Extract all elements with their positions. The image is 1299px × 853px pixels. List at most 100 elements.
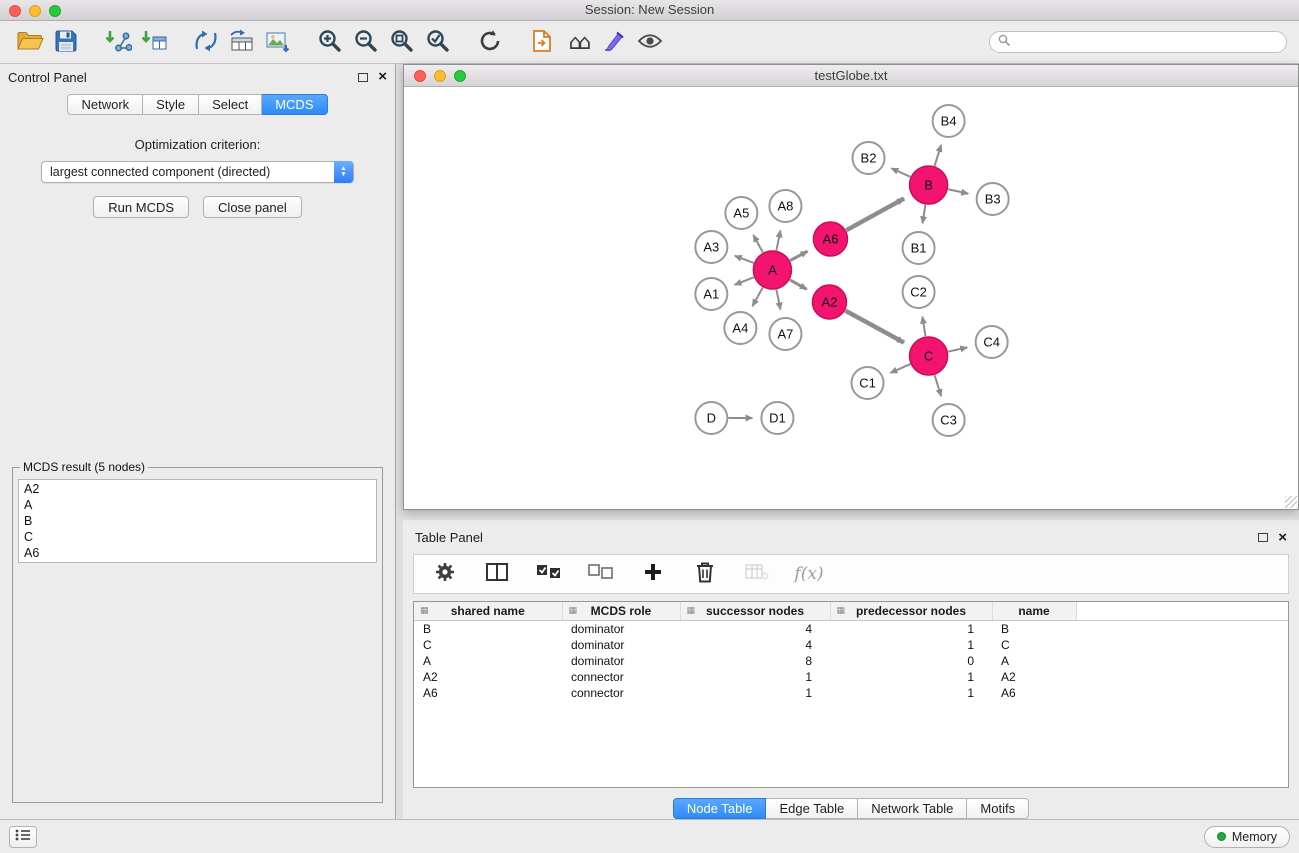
app-titlebar[interactable]: Session: New Session <box>0 0 1299 21</box>
table-settings-button[interactable] <box>430 557 460 591</box>
node-A5[interactable]: A5 <box>725 197 757 229</box>
open-session-button[interactable] <box>12 25 48 59</box>
table-cell[interactable]: 8 <box>680 653 830 669</box>
first-neighbors-button[interactable] <box>524 25 560 59</box>
table-cell[interactable]: 1 <box>680 669 830 685</box>
tab-select[interactable]: Select <box>199 94 262 115</box>
node-C3[interactable]: C3 <box>933 404 965 436</box>
column-visibility-button[interactable] <box>482 557 512 591</box>
edge-B-B4[interactable] <box>935 145 942 166</box>
edge-B-B3[interactable] <box>948 189 968 193</box>
graphics-details-button[interactable] <box>596 25 632 59</box>
table-cell[interactable]: A2 <box>414 669 562 685</box>
home-view-button[interactable]: ⌂⌂ <box>560 25 596 59</box>
node-A2[interactable]: A2 <box>812 285 846 319</box>
network-close-button[interactable] <box>414 70 426 82</box>
run-mcds-button[interactable]: Run MCDS <box>93 196 189 218</box>
save-session-button[interactable] <box>48 25 84 59</box>
search-field[interactable] <box>989 31 1287 53</box>
table-cell[interactable]: 1 <box>830 637 992 653</box>
resize-grip-icon[interactable] <box>1285 496 1297 508</box>
table-cell[interactable]: 1 <box>830 669 992 685</box>
table-cell[interactable]: A2 <box>992 669 1076 685</box>
table-cell[interactable]: A <box>992 653 1076 669</box>
float-table-panel-icon[interactable] <box>1258 533 1268 542</box>
edge-A-A5[interactable] <box>753 235 763 252</box>
zoom-in-button[interactable] <box>312 25 348 59</box>
node-A3[interactable]: A3 <box>695 231 727 263</box>
zoom-selected-button[interactable] <box>420 25 456 59</box>
table-cell[interactable]: dominator <box>562 621 680 637</box>
node-C[interactable]: C <box>910 337 948 375</box>
result-item[interactable]: B <box>24 513 371 529</box>
birdseye-view-button[interactable] <box>632 25 668 59</box>
table-row[interactable]: Bdominator41B <box>414 621 1288 637</box>
result-item[interactable]: A6 <box>24 545 371 561</box>
network-zoom-button[interactable] <box>454 70 466 82</box>
table-cell[interactable]: dominator <box>562 653 680 669</box>
table-cell[interactable]: connector <box>562 685 680 701</box>
edge-C-C3[interactable] <box>935 375 942 396</box>
node-C2[interactable]: C2 <box>903 276 935 308</box>
delete-column-button[interactable] <box>690 557 720 591</box>
edge-A6-B[interactable] <box>846 199 904 231</box>
node-C4[interactable]: C4 <box>976 326 1008 358</box>
network-canvas[interactable]: B4B2BB3A8A5A6A3B1AC2A1A2A4A7C4CC1DD1C3 <box>404 87 1298 509</box>
col-shared-name[interactable]: ▦shared name <box>414 602 562 621</box>
table-cell[interactable]: 4 <box>680 621 830 637</box>
edge-C-C1[interactable] <box>890 364 910 373</box>
edge-B-B2[interactable] <box>891 168 910 177</box>
table-cell[interactable]: C <box>992 637 1076 653</box>
deselect-all-button[interactable] <box>586 557 616 591</box>
memory-button[interactable]: Memory <box>1204 826 1290 848</box>
table-cell[interactable]: A6 <box>992 685 1076 701</box>
table-cell[interactable]: 1 <box>830 685 992 701</box>
zoom-window-button[interactable] <box>49 5 61 17</box>
close-table-panel-icon[interactable]: × <box>1278 532 1287 544</box>
edge-A-A1[interactable] <box>735 277 754 285</box>
criterion-dropdown[interactable]: largest connected component (directed) ▲… <box>41 161 354 183</box>
new-table-button[interactable] <box>224 25 260 59</box>
add-column-button[interactable] <box>638 557 668 591</box>
close-panel-button[interactable]: Close panel <box>203 196 302 218</box>
node-A7[interactable]: A7 <box>769 318 801 350</box>
edge-A-A4[interactable] <box>752 288 762 307</box>
node-B2[interactable]: B2 <box>853 142 885 174</box>
tab-network-table[interactable]: Network Table <box>858 798 967 819</box>
edge-A-A7[interactable] <box>776 290 780 310</box>
edge-A-A2[interactable] <box>790 280 807 289</box>
node-D[interactable]: D <box>695 402 727 434</box>
edge-C-C2[interactable] <box>922 317 925 337</box>
edge-A-A6[interactable] <box>790 251 807 260</box>
col-successor-nodes[interactable]: ▦successor nodes <box>680 602 830 621</box>
minimize-window-button[interactable] <box>29 5 41 17</box>
col-predecessor-nodes[interactable]: ▦predecessor nodes <box>830 602 992 621</box>
new-network-button[interactable] <box>188 25 224 59</box>
node-B4[interactable]: B4 <box>933 105 965 137</box>
zoom-fit-button[interactable] <box>384 25 420 59</box>
tab-network[interactable]: Network <box>67 94 143 115</box>
float-panel-icon[interactable] <box>358 73 368 82</box>
tab-mcds[interactable]: MCDS <box>262 94 327 115</box>
table-cell[interactable]: B <box>992 621 1076 637</box>
edge-A-A8[interactable] <box>776 230 780 250</box>
zoom-out-button[interactable] <box>348 25 384 59</box>
table-row[interactable]: Adominator80A <box>414 653 1288 669</box>
edge-A2-C[interactable] <box>845 311 904 343</box>
close-panel-icon[interactable]: × <box>378 71 387 83</box>
tab-node-table[interactable]: Node Table <box>673 798 767 819</box>
table-cell[interactable]: 0 <box>830 653 992 669</box>
close-window-button[interactable] <box>9 5 21 17</box>
node-B3[interactable]: B3 <box>977 183 1009 215</box>
mcds-result-list[interactable]: A2ABCA6 <box>18 479 377 563</box>
task-history-button[interactable] <box>9 826 37 848</box>
tab-edge-table[interactable]: Edge Table <box>766 798 858 819</box>
table-cell[interactable]: connector <box>562 669 680 685</box>
tab-style[interactable]: Style <box>143 94 199 115</box>
network-graph[interactable]: B4B2BB3A8A5A6A3B1AC2A1A2A4A7C4CC1DD1C3 <box>404 87 1298 509</box>
export-image-button[interactable] <box>260 25 296 59</box>
edge-A-A3[interactable] <box>735 256 754 263</box>
import-table-button[interactable] <box>136 25 172 59</box>
table-cell[interactable]: C <box>414 637 562 653</box>
edge-C-C4[interactable] <box>948 347 967 351</box>
